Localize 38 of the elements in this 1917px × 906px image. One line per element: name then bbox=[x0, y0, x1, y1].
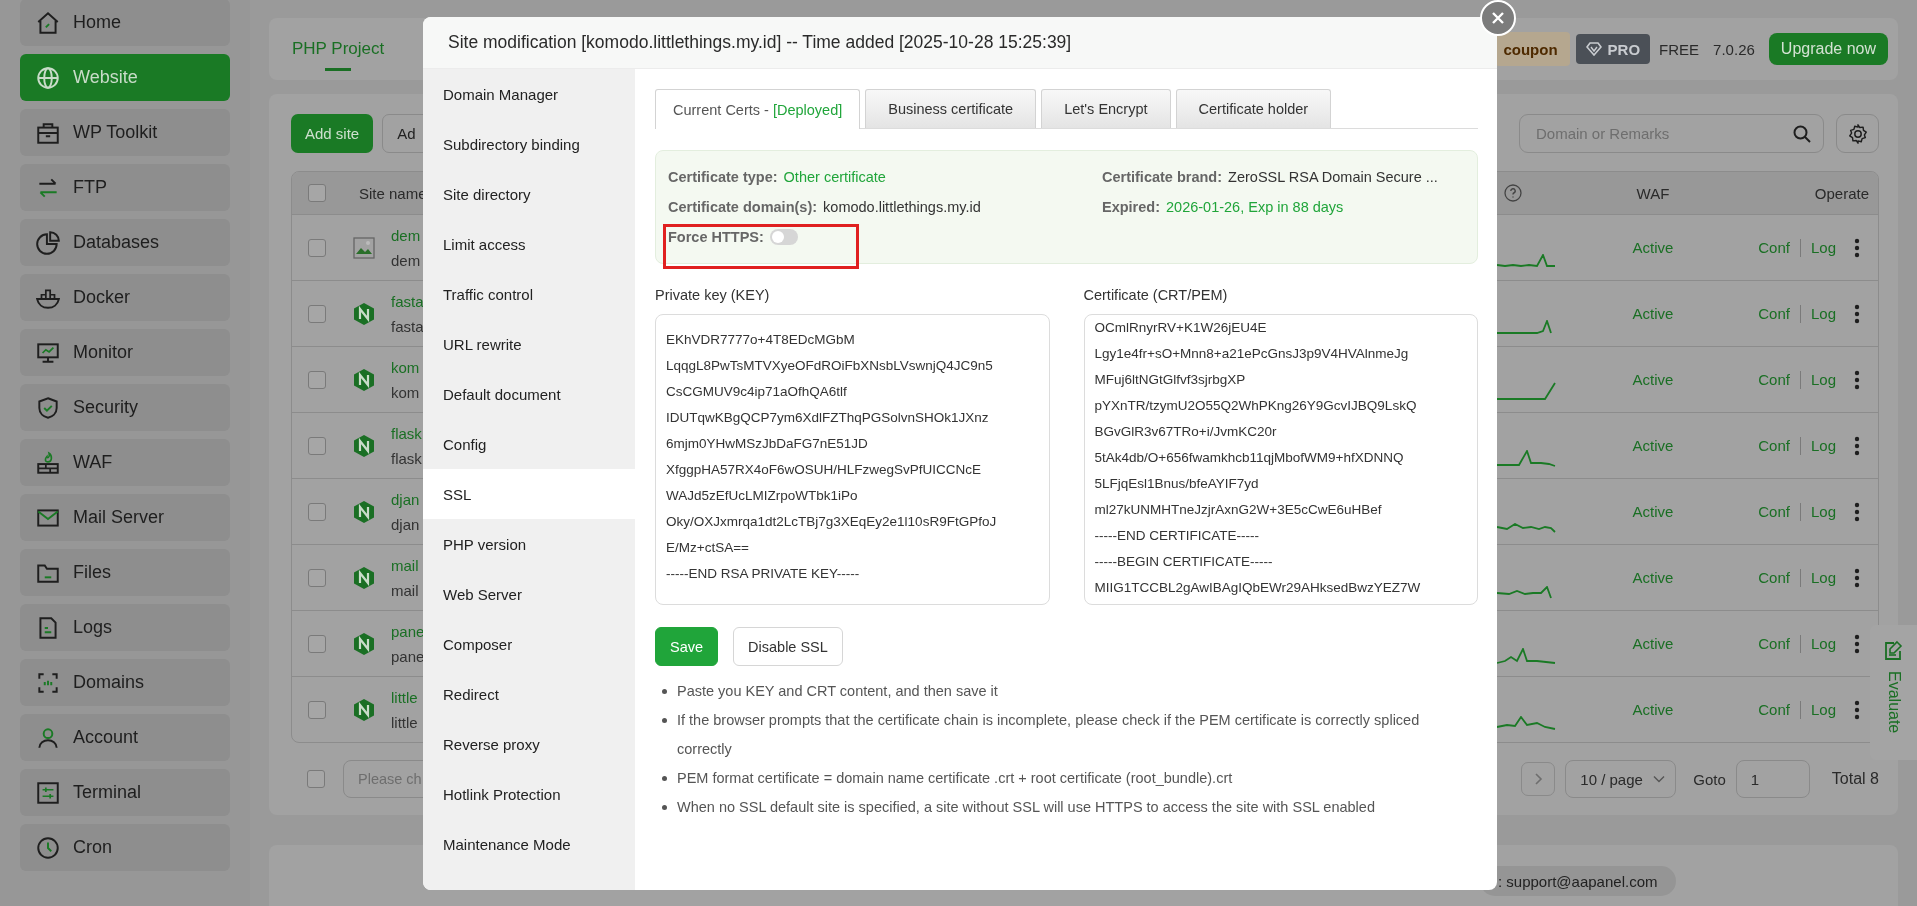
cert-type-value: Other certificate bbox=[783, 169, 886, 185]
help-note: PEM format certificate = domain name certificate .crt + root certificate (root_bundle).crt bbox=[677, 769, 1233, 788]
help-note: When no SSL default site is specified, a site without SSL will use HTTPS to access the site with SSL enabled bbox=[677, 798, 1375, 817]
waf-status: Active bbox=[1632, 503, 1674, 520]
cert-brand-value: ZeroSSL RSA Domain Secure ... bbox=[1228, 169, 1438, 185]
site-remark: little bbox=[391, 713, 418, 731]
version-label: 7.0.26 bbox=[1713, 40, 1755, 58]
field-label: Certificate type: bbox=[668, 169, 778, 185]
waf-status: Active bbox=[1632, 569, 1674, 586]
waf-status: Active bbox=[1632, 437, 1674, 454]
field-label: Certificate brand: bbox=[1102, 169, 1223, 185]
waf-status: Active bbox=[1632, 305, 1674, 322]
modal-title: Site modification [komodo.littlethings.my.id] -- Time added [2025-10-28 15:25:39] bbox=[423, 17, 1497, 69]
waf-status: Active bbox=[1632, 635, 1674, 652]
field-label: Expired: bbox=[1102, 199, 1160, 215]
expiry-value: 2026-01-26, Exp in 88 days bbox=[1166, 199, 1344, 215]
site-remark: kom bbox=[391, 383, 420, 401]
edition-label: FREE bbox=[1659, 40, 1700, 58]
column-header: WAF bbox=[1635, 184, 1671, 202]
site-remark: mail bbox=[391, 581, 419, 599]
field-label: Certificate (CRT/PEM) bbox=[1083, 286, 1229, 305]
site-remark: dem bbox=[391, 251, 421, 269]
cert-domain-value: komodo.littlethings.my.id bbox=[823, 199, 981, 215]
help-note: If the browser prompts that the certificate chain is incomplete, please check if the PEM certificate is correctly spliced correctly bbox=[677, 711, 1421, 759]
field-label: Private key (KEY) bbox=[655, 286, 771, 305]
waf-status: Active bbox=[1632, 239, 1674, 256]
field-label: Force HTTPS: bbox=[668, 229, 764, 245]
total-count: Total 8 bbox=[1831, 770, 1879, 788]
field-label: Certificate domain(s): bbox=[668, 199, 818, 215]
site-remark: pane bbox=[391, 647, 425, 665]
column-header: Operate bbox=[1813, 184, 1870, 202]
site-remark: fasta bbox=[391, 317, 424, 335]
goto-label: Goto bbox=[1693, 770, 1726, 788]
waf-status: Active bbox=[1632, 371, 1674, 388]
site-remark: djan bbox=[391, 515, 420, 533]
site-remark: flask bbox=[391, 449, 422, 467]
waf-status: Active bbox=[1632, 701, 1674, 718]
help-note: Paste you KEY and CRT content, and then save it bbox=[677, 682, 998, 701]
